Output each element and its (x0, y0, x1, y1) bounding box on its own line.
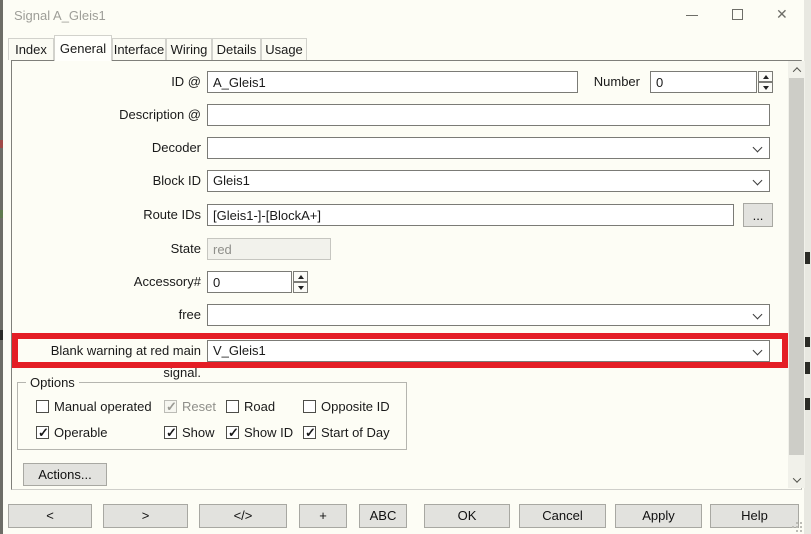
accessory-spinner (293, 271, 308, 293)
scrollbar-up-button[interactable] (788, 61, 805, 78)
checkbox-label: Show (182, 425, 215, 440)
chevron-down-icon (753, 143, 763, 153)
spinner-up-button[interactable] (758, 71, 773, 82)
accessory-label: Accessory# (13, 271, 201, 293)
chevron-down-icon (753, 310, 763, 320)
checkbox-box: ✓ (226, 426, 239, 439)
number-label: Number (580, 71, 640, 93)
checkbox-box: ✓ (36, 426, 49, 439)
blank-warning-value: V_Gleis1 (213, 343, 266, 358)
chevron-up-icon (792, 67, 800, 75)
checkbox-box: ✓ (164, 426, 177, 439)
blank-warning-select[interactable]: V_Gleis1 (207, 340, 770, 362)
route-ids-browse-button[interactable]: ... (743, 203, 773, 227)
chevron-down-icon (753, 176, 763, 186)
check-icon: ✓ (305, 425, 316, 441)
check-icon: ✓ (38, 425, 49, 441)
checkbox-label: Manual operated (54, 399, 152, 414)
spinner-up-icon (298, 275, 304, 279)
options-group-title: Options (26, 375, 79, 390)
background-sliver-right (804, 0, 811, 534)
checkbox-label: Start of Day (321, 425, 390, 440)
chevron-down-icon (792, 474, 800, 482)
scrollbar-down-button[interactable] (788, 471, 805, 488)
checkbox-label: Reset (182, 399, 216, 414)
description-input[interactable] (207, 104, 770, 126)
checkbox-label: Show ID (244, 425, 293, 440)
block-id-label: Block ID (13, 170, 201, 192)
chevron-down-icon (753, 346, 763, 356)
id-input[interactable] (207, 71, 578, 93)
state-label: State (13, 238, 201, 260)
signal-properties-dialog: Signal A_Gleis1 ✕ Index General Interfac… (3, 0, 804, 534)
checkbox-label: Road (244, 399, 275, 414)
route-ids-label: Route IDs (13, 204, 201, 226)
id-label: ID @ (13, 71, 201, 93)
state-input (207, 238, 331, 260)
check-icon: ✓ (166, 425, 177, 441)
block-id-select[interactable]: Gleis1 (207, 170, 770, 192)
checkbox-label: Operable (54, 425, 107, 440)
checkbox-box (226, 400, 239, 413)
check-icon: ✓ (166, 399, 177, 415)
options-group: Options Manual operated ✓ Reset Road Opp… (17, 382, 407, 450)
decoder-label: Decoder (13, 137, 201, 159)
spinner-up-icon (763, 75, 769, 79)
checkbox-box: ✓ (303, 426, 316, 439)
spinner-down-icon (763, 86, 769, 90)
free-label: free (13, 304, 201, 326)
check-icon: ✓ (228, 425, 239, 441)
block-id-value: Gleis1 (213, 173, 250, 188)
free-select[interactable] (207, 304, 770, 326)
checkbox-box: ✓ (164, 400, 177, 413)
checkbox-box (36, 400, 49, 413)
checkbox-box (303, 400, 316, 413)
actions-button[interactable]: Actions... (23, 463, 107, 486)
route-ids-input[interactable] (207, 204, 734, 226)
checkbox-label: Opposite ID (321, 399, 390, 414)
scrollbar-thumb[interactable] (789, 78, 804, 455)
vertical-scrollbar[interactable] (788, 61, 805, 488)
accessory-input[interactable] (207, 271, 292, 293)
blank-warning-label: Blank warning at red main signal. (13, 340, 201, 362)
spinner-down-button[interactable] (758, 82, 773, 93)
decoder-select[interactable] (207, 137, 770, 159)
description-label: Description @ (13, 104, 201, 126)
spinner-down-button[interactable] (293, 282, 308, 293)
number-input[interactable] (650, 71, 757, 93)
spinner-down-icon (298, 286, 304, 290)
number-spinner (758, 71, 773, 93)
spinner-up-button[interactable] (293, 271, 308, 282)
